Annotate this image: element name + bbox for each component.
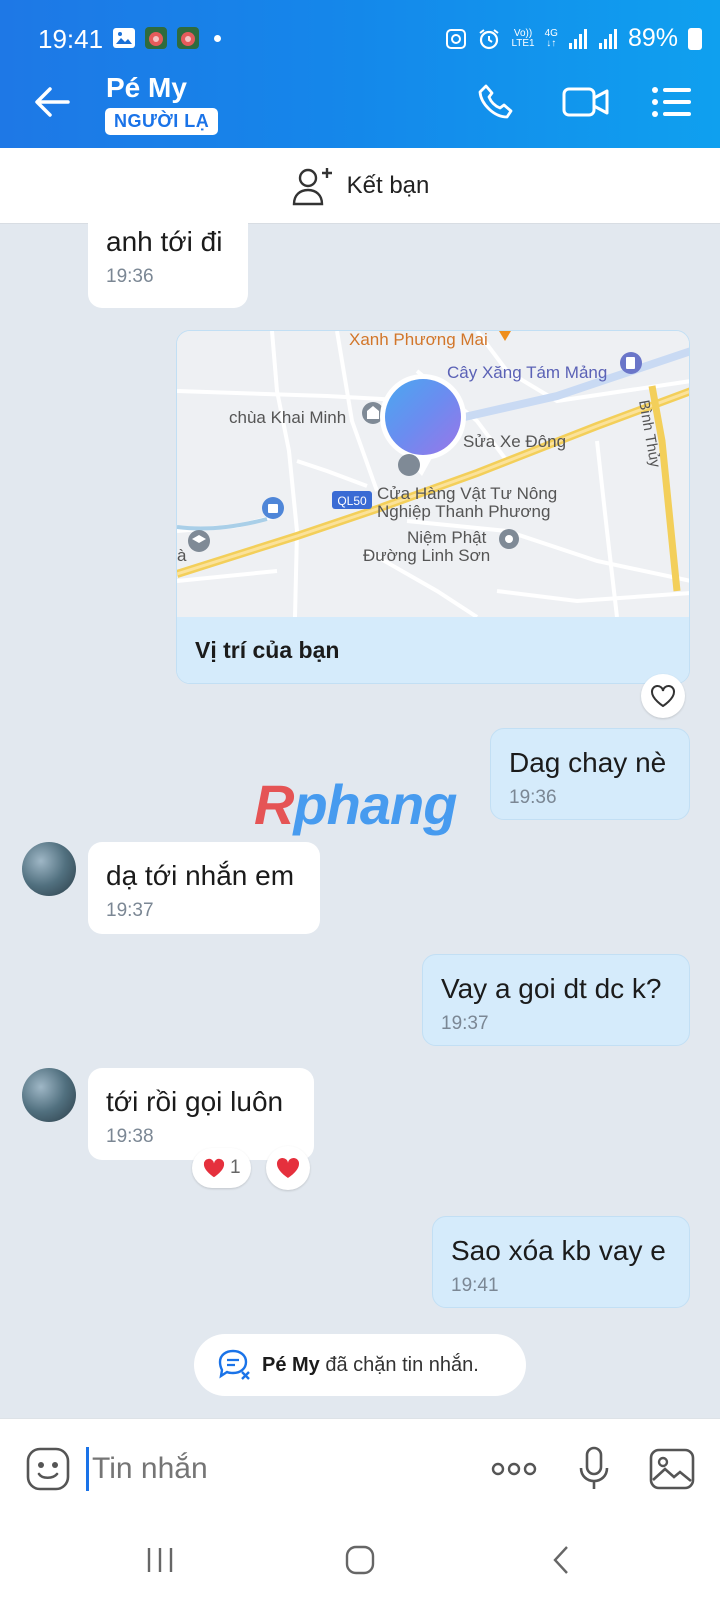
message-text: dạ tới nhắn em bbox=[106, 860, 295, 891]
map-label-xanh: Xanh Phương Mai bbox=[349, 331, 488, 349]
message-time: 19:38 bbox=[106, 1126, 154, 1147]
recent-apps-button[interactable] bbox=[138, 1538, 182, 1582]
phone-icon bbox=[478, 84, 513, 119]
sticker-button[interactable] bbox=[24, 1445, 72, 1493]
alarm-icon bbox=[479, 28, 500, 49]
image-icon bbox=[649, 1448, 695, 1490]
video-call-button[interactable] bbox=[560, 78, 612, 126]
contact-avatar[interactable] bbox=[22, 1068, 76, 1122]
voice-message-button[interactable] bbox=[570, 1445, 618, 1493]
map-label-edge: à bbox=[177, 546, 187, 565]
location-message[interactable]: QL50 Xanh Phương Mai Cây Xăng Tám Mảng c… bbox=[176, 330, 690, 684]
message-time: 19:36 bbox=[509, 787, 557, 808]
system-navigation-bar bbox=[0, 1518, 720, 1600]
message-text: anh tới đi bbox=[106, 226, 223, 257]
gas-station-pin bbox=[620, 352, 642, 374]
react-heart-button[interactable] bbox=[641, 674, 685, 718]
heart-icon bbox=[203, 1158, 225, 1178]
add-friend-icon bbox=[292, 167, 332, 205]
school-pin bbox=[188, 530, 210, 552]
sync-icon bbox=[446, 28, 467, 49]
message-text: Dag chay nè bbox=[509, 747, 667, 778]
message-input[interactable] bbox=[92, 1447, 472, 1491]
outgoing-message[interactable]: Sao xóa kb vay e 19:41 bbox=[432, 1216, 690, 1308]
contact-avatar[interactable] bbox=[22, 842, 76, 896]
chat-options-button[interactable] bbox=[648, 78, 696, 126]
message-time: 19:41 bbox=[451, 1275, 499, 1296]
volte-indicator: Vo)) LTE1 bbox=[511, 27, 535, 49]
reaction-summary[interactable]: 1 bbox=[192, 1148, 251, 1188]
map-label-cuahang2: Nghiệp Thanh Phương bbox=[377, 502, 550, 521]
map-label-cayxang: Cây Xăng Tám Mảng bbox=[447, 363, 607, 382]
video-call-icon bbox=[562, 87, 609, 117]
outgoing-message[interactable]: Vay a goi dt dc k? 19:37 bbox=[422, 954, 690, 1046]
chat-blocked-icon bbox=[218, 1349, 250, 1380]
message-text: tới rồi gọi luôn bbox=[106, 1086, 284, 1117]
message-text: Sao xóa kb vay e bbox=[451, 1235, 666, 1266]
heart-outline-icon bbox=[651, 685, 675, 708]
chat-header: Pé My NGƯỜI LẠ bbox=[0, 58, 720, 148]
map-label-suaxe: Sửa Xe Đông bbox=[463, 432, 566, 451]
sticker-icon bbox=[26, 1447, 70, 1491]
stranger-badge: NGƯỜI LẠ bbox=[105, 108, 219, 135]
app-notification-icon bbox=[145, 27, 167, 49]
blocked-notice-text: Pé My đã chặn tin nhắn. bbox=[262, 1353, 479, 1376]
voice-call-button[interactable] bbox=[472, 78, 520, 126]
message-time: 19:36 bbox=[106, 266, 154, 287]
reaction-count: 1 bbox=[230, 1157, 241, 1178]
home-button[interactable] bbox=[338, 1538, 382, 1582]
react-heart-button[interactable] bbox=[266, 1146, 310, 1190]
menu-list-icon bbox=[652, 87, 691, 117]
text-cursor bbox=[86, 1447, 89, 1491]
location-map: QL50 Xanh Phương Mai Cây Xăng Tám Mảng c… bbox=[177, 331, 689, 617]
incoming-message[interactable]: dạ tới nhắn em 19:37 bbox=[88, 842, 320, 934]
map-label-ql50: QL50 bbox=[337, 494, 367, 508]
back-button[interactable] bbox=[28, 78, 76, 126]
gallery-notification-icon bbox=[113, 28, 135, 48]
signal-icon bbox=[568, 28, 587, 49]
more-button[interactable] bbox=[490, 1445, 538, 1493]
notification-icons bbox=[112, 26, 221, 50]
app-notification-icon-2 bbox=[177, 27, 199, 49]
shop-pin bbox=[262, 497, 284, 519]
system-status-icons: Vo)) LTE1 4G ↓↑ 89% bbox=[445, 24, 702, 53]
chevron-left-icon bbox=[553, 1546, 568, 1574]
location-caption: Vị trí của bạn bbox=[177, 617, 689, 683]
heart-icon bbox=[276, 1157, 300, 1178]
contact-name[interactable]: Pé My bbox=[106, 72, 187, 104]
back-arrow-icon bbox=[35, 87, 70, 117]
map-label-chua: chùa Khai Minh bbox=[229, 408, 346, 427]
system-back-button[interactable] bbox=[540, 1538, 584, 1582]
gallery-button[interactable] bbox=[648, 1445, 696, 1493]
pagoda-pin bbox=[499, 529, 519, 549]
more-notifications-dot bbox=[214, 34, 221, 42]
message-time: 19:37 bbox=[106, 900, 154, 921]
outgoing-message[interactable]: Dag chay nè 19:36 bbox=[490, 728, 690, 820]
blocked-notice: Pé My đã chặn tin nhắn. bbox=[194, 1334, 526, 1396]
status-time: 19:41 bbox=[38, 24, 104, 54]
watermark-logo: Rphang bbox=[254, 773, 457, 836]
map-label-niem2: Đường Linh Sơn bbox=[363, 546, 490, 565]
signal-icon-2 bbox=[598, 28, 617, 49]
status-bar: 19:41 Vo)) LTE1 4G ↓↑ 89% bbox=[0, 0, 720, 58]
more-icon bbox=[491, 1462, 537, 1476]
home-icon bbox=[345, 1545, 375, 1575]
top-bar: 19:41 Vo)) LTE1 4G ↓↑ 89% Pé My NGƯỜI LẠ bbox=[0, 0, 720, 148]
network-type: 4G ↓↑ bbox=[544, 27, 558, 49]
recent-apps-icon bbox=[147, 1548, 173, 1572]
message-text: Vay a goi dt dc k? bbox=[441, 973, 662, 1004]
message-time: 19:37 bbox=[441, 1013, 489, 1034]
microphone-icon bbox=[579, 1446, 609, 1489]
battery-percent: 89% bbox=[627, 24, 678, 52]
add-friend-label: Kết bạn bbox=[346, 171, 430, 199]
map-label-niem1: Niệm Phật bbox=[407, 528, 487, 547]
composer bbox=[0, 1418, 720, 1518]
battery-icon bbox=[688, 27, 702, 50]
map-label-cuahang1: Cửa Hàng Vật Tư Nông bbox=[377, 484, 557, 503]
incoming-message[interactable]: anh tới đi 19:36 bbox=[88, 208, 248, 308]
